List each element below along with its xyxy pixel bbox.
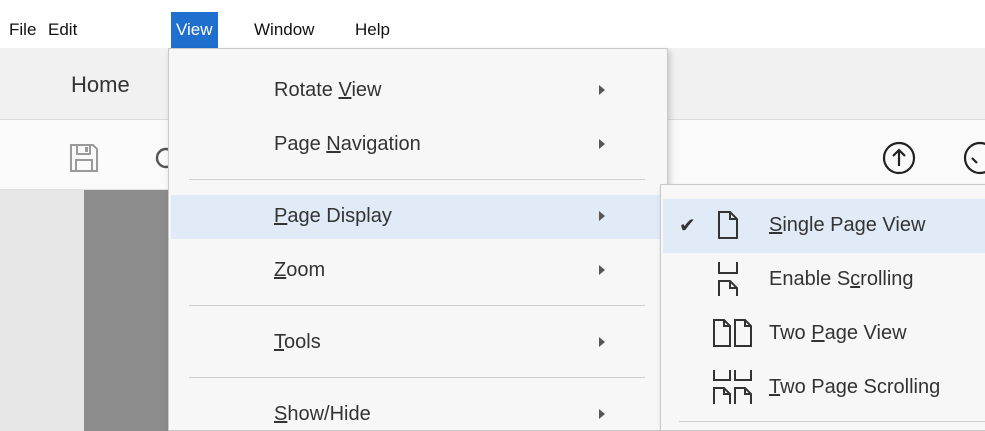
submenu-arrow-icon (599, 265, 605, 275)
single-page-icon (718, 211, 738, 239)
submenu-item-two-page-scrolling[interactable]: Two Page Scrolling (663, 361, 985, 415)
two-page-icon (713, 319, 752, 347)
menu-item-page-display[interactable]: Page Display (171, 195, 665, 239)
submenu-arrow-icon (599, 337, 605, 347)
menu-item-tools[interactable]: Tools (171, 321, 665, 365)
menu-separator (189, 179, 645, 180)
submenu-arrow-icon (599, 409, 605, 419)
menu-item-show-hide[interactable]: Show/Hide (171, 393, 665, 431)
save-icon[interactable] (66, 140, 102, 176)
upload-icon[interactable] (881, 140, 917, 176)
submenu-separator (679, 421, 985, 422)
print-icon[interactable] (148, 142, 168, 174)
submenu-arrow-icon (599, 211, 605, 221)
document-page (84, 190, 174, 431)
menu-separator (189, 377, 645, 378)
submenu-arrow-icon (599, 139, 605, 149)
tab-home[interactable]: Home (71, 72, 130, 98)
menu-help[interactable]: Help (350, 12, 395, 48)
menu-item-zoom[interactable]: Zoom (171, 249, 665, 293)
submenu-item-single-page-view[interactable]: ✔ Single Page View (663, 199, 985, 253)
two-page-scrolling-icon (713, 370, 752, 404)
page-display-submenu: ✔ Single Page View Enable Scrolling Two … (660, 184, 985, 431)
menu-item-rotate-view[interactable]: Rotate View (171, 69, 665, 113)
scrolling-icon (718, 262, 738, 296)
menu-view[interactable]: View (171, 12, 218, 48)
submenu-item-two-page-view[interactable]: Two Page View (663, 307, 985, 361)
menu-separator (189, 305, 645, 306)
confirm-icon[interactable] (962, 140, 985, 176)
menu-window[interactable]: Window (249, 12, 319, 48)
menu-edit[interactable]: Edit (43, 12, 82, 48)
view-menu-dropdown: Rotate View Page Navigation Page Display… (168, 48, 668, 431)
checkmark-icon: ✔ (679, 215, 696, 237)
submenu-item-enable-scrolling[interactable]: Enable Scrolling (663, 253, 985, 307)
menu-bar: File Edit View Window Help (0, 0, 985, 48)
menu-file[interactable]: File (4, 12, 41, 48)
menu-item-page-navigation[interactable]: Page Navigation (171, 123, 665, 167)
submenu-arrow-icon (599, 85, 605, 95)
